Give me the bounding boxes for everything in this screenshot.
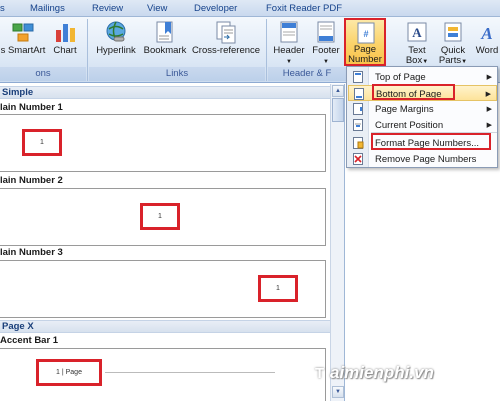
cross-reference-icon <box>214 20 238 44</box>
gallery-item-accent-bar-1[interactable]: 1 | Page <box>0 348 326 401</box>
footer-label: Footer ▼ <box>312 45 340 66</box>
tab-foxit-reader-pdf[interactable]: Foxit Reader PDF <box>266 3 342 14</box>
footer-button[interactable]: Footer ▼ <box>308 20 344 66</box>
footer-icon <box>314 20 338 44</box>
gallery-item-title: lain Number 2 <box>0 175 63 186</box>
gallery-item-plain-number-3[interactable]: 1 <box>0 260 326 318</box>
gallery-item-title: lain Number 1 <box>0 102 63 113</box>
text-box-label: Text Box▼ <box>405 45 429 66</box>
format-page-numbers-highlight-box <box>371 133 491 150</box>
smartart-label: s SmartArt <box>0 45 46 56</box>
wordart-label: Word <box>475 45 499 56</box>
tab-mailings[interactable]: Mailings <box>30 3 65 14</box>
smartart-icon <box>11 20 35 44</box>
current-position-icon <box>352 119 364 131</box>
page-number-highlight-box <box>344 18 386 66</box>
quick-parts-icon <box>441 20 465 44</box>
page-top-icon <box>352 71 364 83</box>
page-number-red-box: 1 <box>140 203 180 230</box>
smartart-button[interactable]: s SmartArt <box>0 20 46 66</box>
watermark-logo: T <box>315 365 325 382</box>
hyperlink-button[interactable]: Hyperlink <box>93 20 139 66</box>
gallery-item-plain-number-2[interactable]: 1 <box>0 188 326 246</box>
chart-button[interactable]: Chart <box>50 20 80 66</box>
chart-icon <box>53 20 77 44</box>
tab-s[interactable]: s <box>0 3 5 14</box>
page-number-red-box: 1 <box>258 275 298 302</box>
watermark-text: aimienphi.vn <box>330 363 434 382</box>
submenu-arrow-icon: ▶ <box>486 106 492 113</box>
globe-link-icon <box>104 20 128 44</box>
quick-parts-button[interactable]: Quick Parts▼ <box>436 20 470 66</box>
text-box-button[interactable]: A Text Box▼ <box>402 20 432 66</box>
group-separator <box>266 19 267 81</box>
svg-text:A: A <box>412 25 422 40</box>
header-button[interactable]: Header ▼ <box>270 20 308 66</box>
group-links-label: Links <box>89 67 265 81</box>
menu-item-page-margins[interactable]: Page Margins ▶ <box>348 101 497 117</box>
page-number-red-box: 1 | Page <box>36 359 102 386</box>
gallery-section-simple: Simple <box>0 86 330 99</box>
gallery-scrollbar[interactable]: ▲ ▼ <box>330 84 344 401</box>
ribbon-tab-bar: s Mailings Review View Developer Foxit R… <box>0 0 500 17</box>
tab-review[interactable]: Review <box>92 3 123 14</box>
bookmark-label: Bookmark <box>143 45 187 56</box>
scroll-thumb[interactable] <box>332 98 344 122</box>
menu-item-current-position[interactable]: Current Position ▶ <box>348 117 497 133</box>
wordart-button[interactable]: A Word <box>473 20 500 66</box>
gallery-item-title: Accent Bar 1 <box>0 335 59 346</box>
accent-bar-line <box>105 372 275 373</box>
bookmark-button[interactable]: Bookmark <box>142 20 188 66</box>
svg-text:A: A <box>480 24 492 43</box>
cross-reference-button[interactable]: Cross-reference <box>190 20 262 66</box>
page-bottom-icon <box>353 88 365 100</box>
hyperlink-label: Hyperlink <box>96 45 136 56</box>
header-label: Header ▼ <box>273 45 305 66</box>
bookmark-icon <box>153 20 177 44</box>
submenu-arrow-icon: ▶ <box>486 74 492 81</box>
gallery-section-page-x: Page X <box>0 320 330 333</box>
format-page-numbers-icon <box>352 137 364 149</box>
group-header-footer-label: Header & F <box>268 67 346 81</box>
gallery-item-plain-number-1[interactable]: 1 <box>0 114 326 172</box>
quick-parts-label: Quick Parts▼ <box>438 45 468 66</box>
text-box-icon: A <box>405 20 429 44</box>
wordart-icon: A <box>475 20 499 44</box>
bottom-of-page-highlight-box <box>372 84 455 100</box>
gallery-item-title: lain Number 3 <box>0 247 63 258</box>
submenu-arrow-icon: ▶ <box>485 91 491 98</box>
menu-item-top-of-page[interactable]: Top of Page ▶ <box>348 69 497 85</box>
tab-developer[interactable]: Developer <box>194 3 237 14</box>
header-icon <box>277 20 301 44</box>
page-number-gallery: Simple lain Number 1 1 lain Number 2 1 l… <box>0 84 345 401</box>
page-number-menu: Top of Page ▶ Bottom of Page ▶ Page Marg… <box>346 66 498 168</box>
remove-page-numbers-icon <box>352 153 364 165</box>
menu-item-remove-page-numbers[interactable]: Remove Page Numbers <box>348 151 497 167</box>
scroll-down-arrow-icon[interactable]: ▼ <box>332 386 344 398</box>
group-illustrations-label: ons <box>0 67 86 81</box>
scroll-up-arrow-icon[interactable]: ▲ <box>332 85 344 97</box>
group-separator <box>87 19 88 81</box>
submenu-arrow-icon: ▶ <box>486 122 492 129</box>
tab-view[interactable]: View <box>147 3 167 14</box>
page-number-red-box: 1 <box>22 129 62 156</box>
chart-label: Chart <box>53 45 77 56</box>
cross-reference-label: Cross-reference <box>191 45 261 56</box>
page-margins-icon <box>352 103 364 115</box>
